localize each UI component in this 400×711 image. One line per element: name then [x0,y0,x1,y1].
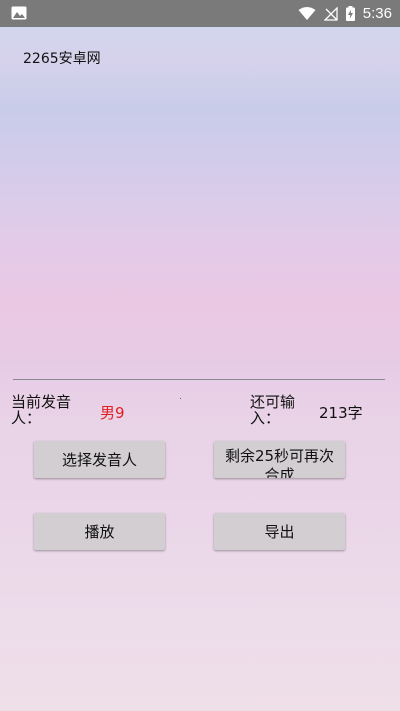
select-speaker-button[interactable]: 选择发音人 [34,441,165,478]
play-button[interactable]: 播放 [34,513,165,550]
remaining-input-label: 还可输入： [250,393,296,427]
text-input-area[interactable] [13,70,385,380]
wifi-icon [298,6,316,20]
battery-charging-icon [345,6,355,21]
image-icon [11,6,27,20]
status-bar: 5:36 [0,0,400,27]
remaining-chars-value: 213字 [319,404,363,422]
speaker-value: 男9 [100,404,125,422]
no-signal-icon [323,6,338,21]
status-time: 5:36 [362,5,392,22]
divider-dot [180,398,181,399]
export-button[interactable]: 导出 [214,513,345,550]
current-speaker-label: 当前发音人： [11,393,72,427]
app-name: 2265安卓网 [23,51,101,67]
synthesize-button[interactable]: 剩余25秒可再次合成 [214,441,345,478]
